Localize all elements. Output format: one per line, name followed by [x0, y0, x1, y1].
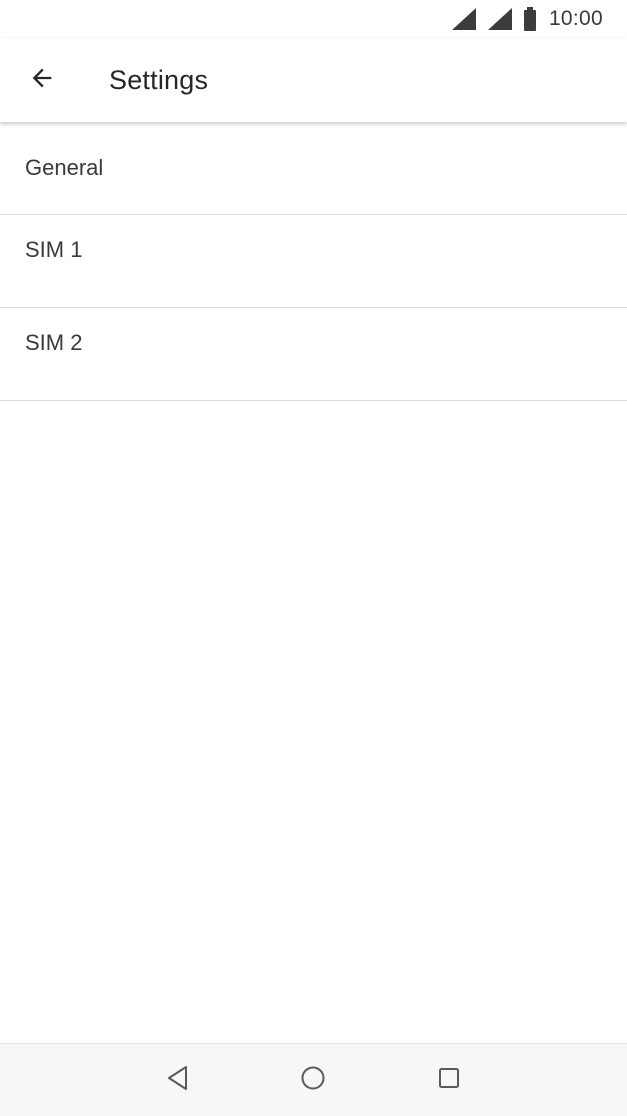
nav-recents-button[interactable]: [419, 1050, 479, 1110]
page-title: Settings: [109, 64, 209, 95]
list-item-label: SIM 1: [25, 237, 83, 262]
status-time: 10:00: [548, 7, 603, 30]
settings-screen: 10:00 Settings General SIM 1 SIM 2: [0, 0, 627, 1116]
arrow-left-icon: [28, 64, 56, 97]
list-item-sim-2[interactable]: SIM 2: [0, 308, 627, 401]
recents-square-icon: [437, 1066, 461, 1095]
settings-list: General SIM 1 SIM 2: [0, 122, 627, 401]
back-triangle-icon: [166, 1065, 190, 1096]
back-button[interactable]: [14, 52, 70, 108]
list-item-general[interactable]: General: [0, 122, 627, 215]
signal-icon: [487, 7, 513, 31]
app-bar: Settings: [0, 38, 627, 122]
battery-icon: [523, 7, 537, 31]
list-item-label: SIM 2: [25, 330, 83, 355]
navigation-bar: [0, 1043, 627, 1116]
list-item-label: General: [25, 155, 104, 180]
list-item-sim-1[interactable]: SIM 1: [0, 215, 627, 308]
nav-back-button[interactable]: [148, 1050, 208, 1110]
status-bar: 10:00: [0, 0, 627, 38]
home-circle-icon: [300, 1065, 326, 1096]
signal-icon: [451, 7, 477, 31]
nav-home-button[interactable]: [283, 1050, 343, 1110]
